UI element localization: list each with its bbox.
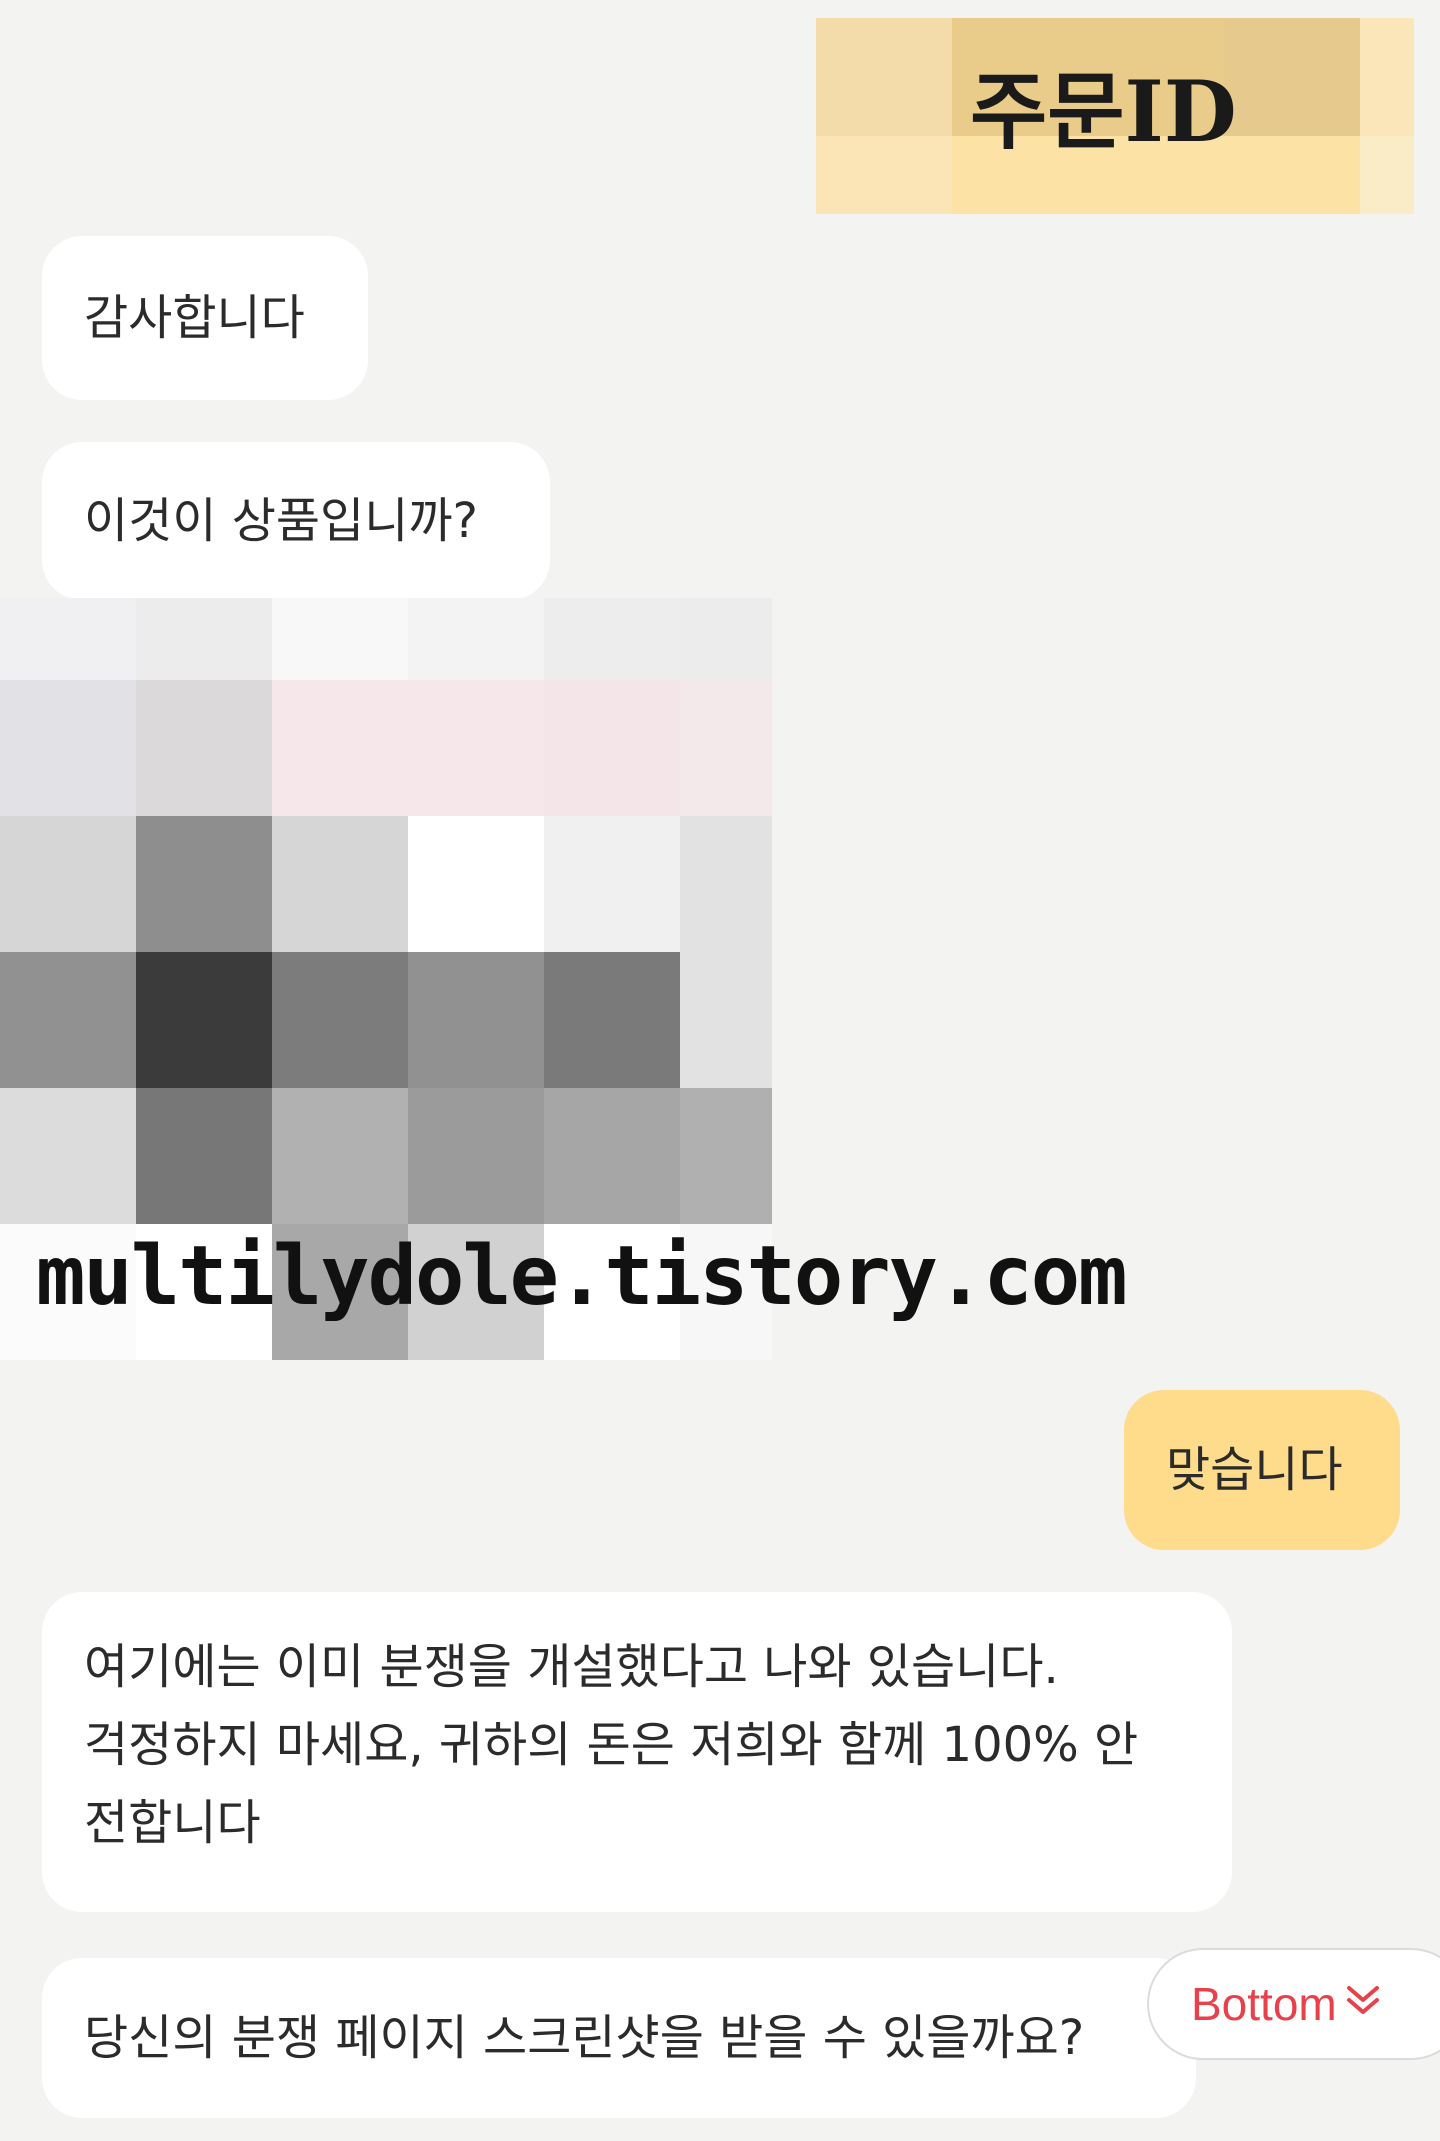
mosaic-tile [544, 680, 680, 816]
message-bubble-correct: 맞습니다 [1124, 1390, 1400, 1550]
message-text: 맞습니다 [1166, 1442, 1343, 1498]
mosaic-tile [408, 598, 544, 680]
mosaic-tile [272, 952, 408, 1088]
message-bubble-thanks: 감사합니다 [42, 236, 368, 400]
message-text: 당신의 분쟁 페이지 스크린샷을 받을 수 있을까요? [84, 2010, 1085, 2066]
mosaic-tile [136, 680, 272, 816]
mosaic-tile [680, 816, 772, 952]
mosaic-tile [680, 598, 772, 680]
mosaic-tile [544, 1088, 680, 1224]
double-chevron-down-icon [1337, 1977, 1383, 2031]
mosaic-tile [136, 1088, 272, 1224]
mosaic-tile [0, 952, 136, 1088]
message-line: 걱정하지 마세요, 귀하의 돈은 저희와 함께 100% 안 [84, 1717, 1139, 1773]
message-bubble-screenshot-request: 당신의 분쟁 페이지 스크린샷을 받을 수 있을까요? [42, 1958, 1196, 2118]
mosaic-tile [1224, 18, 1360, 136]
mosaic-tile [272, 680, 408, 816]
mosaic-tile [272, 1088, 408, 1224]
mosaic-tile [1224, 136, 1360, 214]
mosaic-tile [136, 952, 272, 1088]
mosaic-tile [1360, 18, 1414, 136]
mosaic-tile [408, 680, 544, 816]
mosaic-tile [544, 598, 680, 680]
mosaic-tile [680, 680, 772, 816]
mosaic-tile [0, 1088, 136, 1224]
mosaic-tile [136, 598, 272, 680]
mosaic-tile [544, 816, 680, 952]
message-bubble-dispute-info: 여기에는 이미 분쟁을 개설했다고 나와 있습니다. 걱정하지 마세요, 귀하의… [42, 1592, 1232, 1912]
mosaic-tile [0, 816, 136, 952]
mosaic-tile [0, 680, 136, 816]
mosaic-tile [408, 1088, 544, 1224]
order-id-label: 주문ID [970, 62, 1237, 161]
mosaic-tile [680, 1088, 772, 1224]
message-text: 이것이 상품입니까? [84, 493, 479, 549]
message-text: 감사합니다 [84, 290, 305, 346]
scroll-to-bottom-button[interactable]: Bottom [1147, 1948, 1440, 2060]
watermark-text: multilydole.tistory.com [36, 1229, 1127, 1324]
mosaic-tile [0, 598, 136, 680]
mosaic-tile [408, 952, 544, 1088]
mosaic-tile [272, 598, 408, 680]
mosaic-tile [1360, 136, 1414, 214]
mosaic-tile [544, 952, 680, 1088]
mosaic-tile [272, 816, 408, 952]
message-line: 여기에는 이미 분쟁을 개설했다고 나와 있습니다. [84, 1639, 1059, 1695]
message-bubble-is-this-product: 이것이 상품입니까? [42, 442, 550, 600]
mosaic-tile [408, 816, 544, 952]
mosaic-tile [816, 18, 952, 136]
bottom-button-label: Bottom [1191, 1978, 1337, 2030]
mosaic-tile [680, 952, 772, 1088]
mosaic-tile [816, 136, 952, 214]
mosaic-tile [136, 816, 272, 952]
message-line: 전합니다 [84, 1795, 261, 1851]
